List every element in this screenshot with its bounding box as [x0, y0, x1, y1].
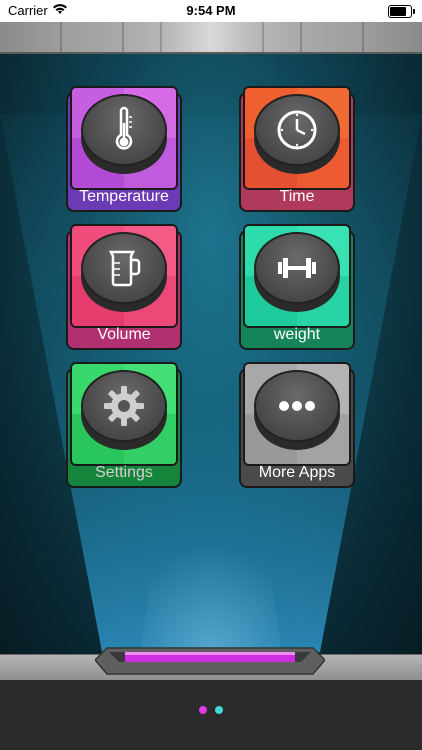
app-label-volume: Volume [97, 326, 151, 343]
app-tile-time[interactable]: Time [239, 86, 355, 212]
spotlight-platform [95, 647, 325, 675]
app-label-time: Time [279, 188, 315, 205]
ellipsis-knob [254, 370, 340, 450]
app-tile-volume[interactable]: Volume [66, 224, 182, 350]
gear-knob [81, 370, 167, 450]
thermometer-knob [81, 94, 167, 174]
app-label-weight: weight [273, 326, 321, 343]
app-tile-settings[interactable]: Settings [66, 362, 182, 488]
gear-icon [104, 386, 144, 426]
thermometer-icon [115, 106, 133, 150]
top-metal-strip [0, 22, 422, 54]
stage-background [0, 54, 422, 654]
battery-icon [388, 5, 415, 18]
page-dot-inactive[interactable] [215, 706, 223, 714]
measuring-cup-knob [81, 232, 167, 312]
measuring-cup-icon [108, 250, 141, 287]
clock-knob [254, 94, 340, 174]
app-tile-more-apps[interactable]: More Apps [239, 362, 355, 488]
app-tile-weight[interactable]: weight [239, 224, 355, 350]
dumbbell-icon [278, 258, 316, 278]
status-time: 9:54 PM [186, 3, 236, 18]
app-label-more-apps: More Apps [258, 464, 336, 481]
clock-icon [277, 110, 317, 150]
app-tile-temperature[interactable]: Temperature [66, 86, 182, 212]
app-label-temperature: Temperature [79, 188, 169, 205]
spotlight-beam [0, 114, 422, 652]
dumbbell-knob [254, 232, 340, 312]
status-bar: Carrier 9:54 PM [0, 0, 422, 22]
ellipsis-icon [279, 401, 315, 411]
app-label-settings: Settings [95, 464, 153, 481]
footer-bar [0, 680, 422, 750]
page-dot-active[interactable] [199, 706, 207, 714]
